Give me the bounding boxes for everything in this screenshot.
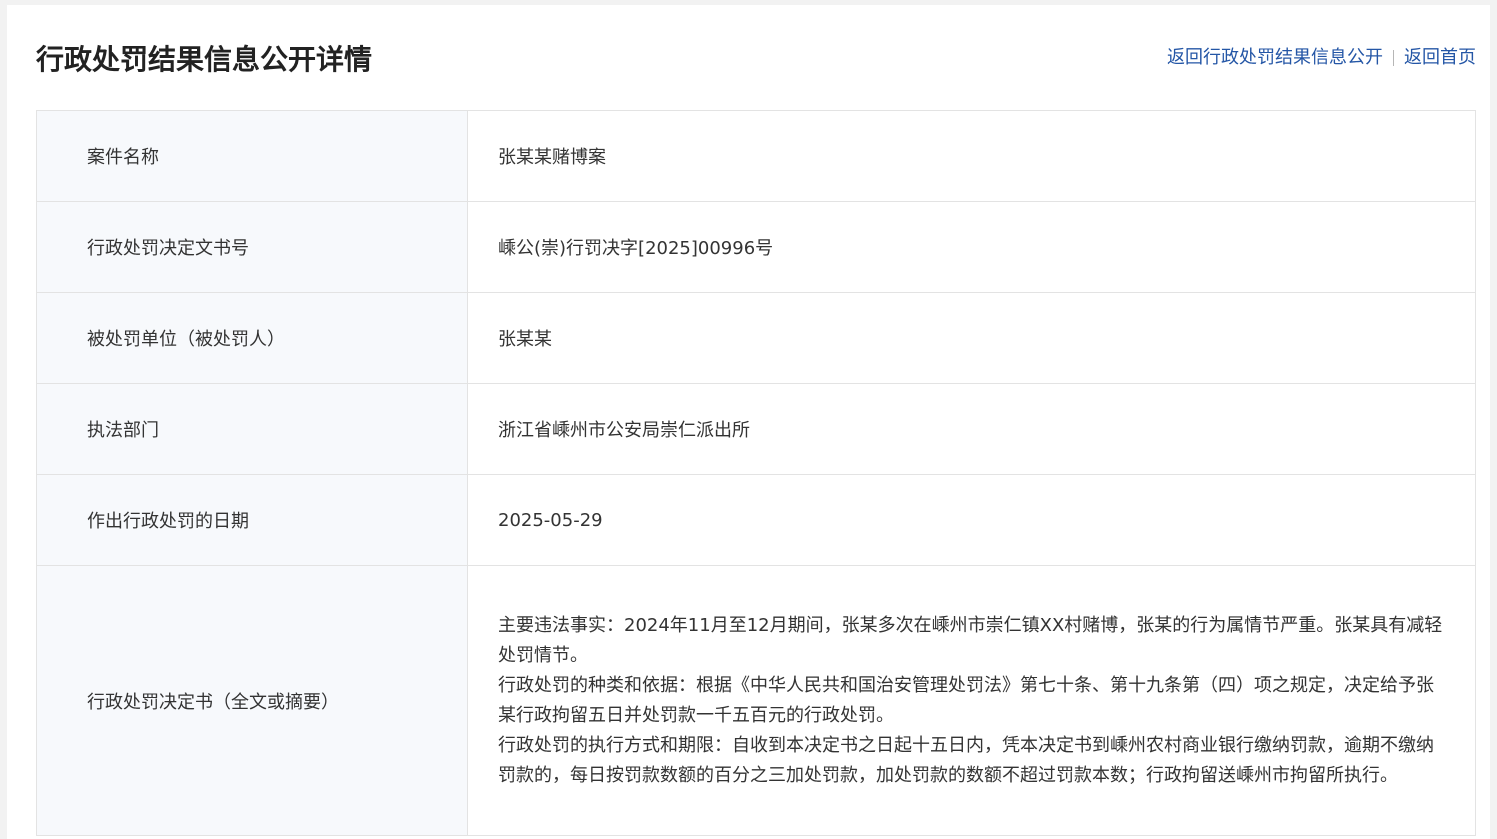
table-row: 案件名称 张某某赌博案 <box>36 110 1476 202</box>
field-label-decision-document: 行政处罚决定书（全文或摘要） <box>36 565 468 836</box>
table-row: 行政处罚决定书（全文或摘要） 主要违法事实：2024年11月至12月期间，张某多… <box>36 565 1476 836</box>
detail-table: 案件名称 张某某赌博案 行政处罚决定文书号 嵊公(崇)行罚决字[2025]009… <box>36 110 1476 836</box>
field-label-decision-date: 作出行政处罚的日期 <box>36 474 468 566</box>
field-label-penalized-party: 被处罚单位（被处罚人） <box>36 292 468 384</box>
table-row: 作出行政处罚的日期 2025-05-29 <box>36 474 1476 566</box>
field-value-decision-date: 2025-05-29 <box>467 474 1476 566</box>
page-container: 行政处罚结果信息公开详情 返回行政处罚结果信息公开 返回首页 案件名称 张某某赌… <box>7 5 1490 839</box>
field-value-penalized-party: 张某某 <box>467 292 1476 384</box>
field-value-decision-document: 主要违法事实：2024年11月至12月期间，张某多次在嵊州市崇仁镇XX村赌博，张… <box>467 565 1476 836</box>
nav-divider <box>1393 50 1394 66</box>
back-home-link[interactable]: 返回首页 <box>1404 44 1476 72</box>
field-label-enforcement-dept: 执法部门 <box>36 383 468 475</box>
table-row: 被处罚单位（被处罚人） 张某某 <box>36 292 1476 384</box>
decision-basis-paragraph: 行政处罚的种类和依据：根据《中华人民共和国治安管理处罚法》第七十条、第十九条第（… <box>498 674 1434 726</box>
table-row: 行政处罚决定文书号 嵊公(崇)行罚决字[2025]00996号 <box>36 201 1476 293</box>
page-header: 行政处罚结果信息公开详情 返回行政处罚结果信息公开 返回首页 <box>36 38 1476 82</box>
field-value-document-number: 嵊公(崇)行罚决字[2025]00996号 <box>467 201 1476 293</box>
header-nav: 返回行政处罚结果信息公开 返回首页 <box>1167 44 1476 72</box>
field-value-enforcement-dept: 浙江省嵊州市公安局崇仁派出所 <box>467 383 1476 475</box>
decision-facts-paragraph: 主要违法事实：2024年11月至12月期间，张某多次在嵊州市崇仁镇XX村赌博，张… <box>498 614 1443 666</box>
table-row: 执法部门 浙江省嵊州市公安局崇仁派出所 <box>36 383 1476 475</box>
field-value-case-name: 张某某赌博案 <box>467 110 1476 202</box>
field-label-document-number: 行政处罚决定文书号 <box>36 201 468 293</box>
back-to-list-link[interactable]: 返回行政处罚结果信息公开 <box>1167 44 1383 72</box>
decision-execution-paragraph: 行政处罚的执行方式和期限：自收到本决定书之日起十五日内，凭本决定书到嵊州农村商业… <box>498 734 1434 786</box>
page-title: 行政处罚结果信息公开详情 <box>36 43 373 76</box>
field-label-case-name: 案件名称 <box>36 110 468 202</box>
